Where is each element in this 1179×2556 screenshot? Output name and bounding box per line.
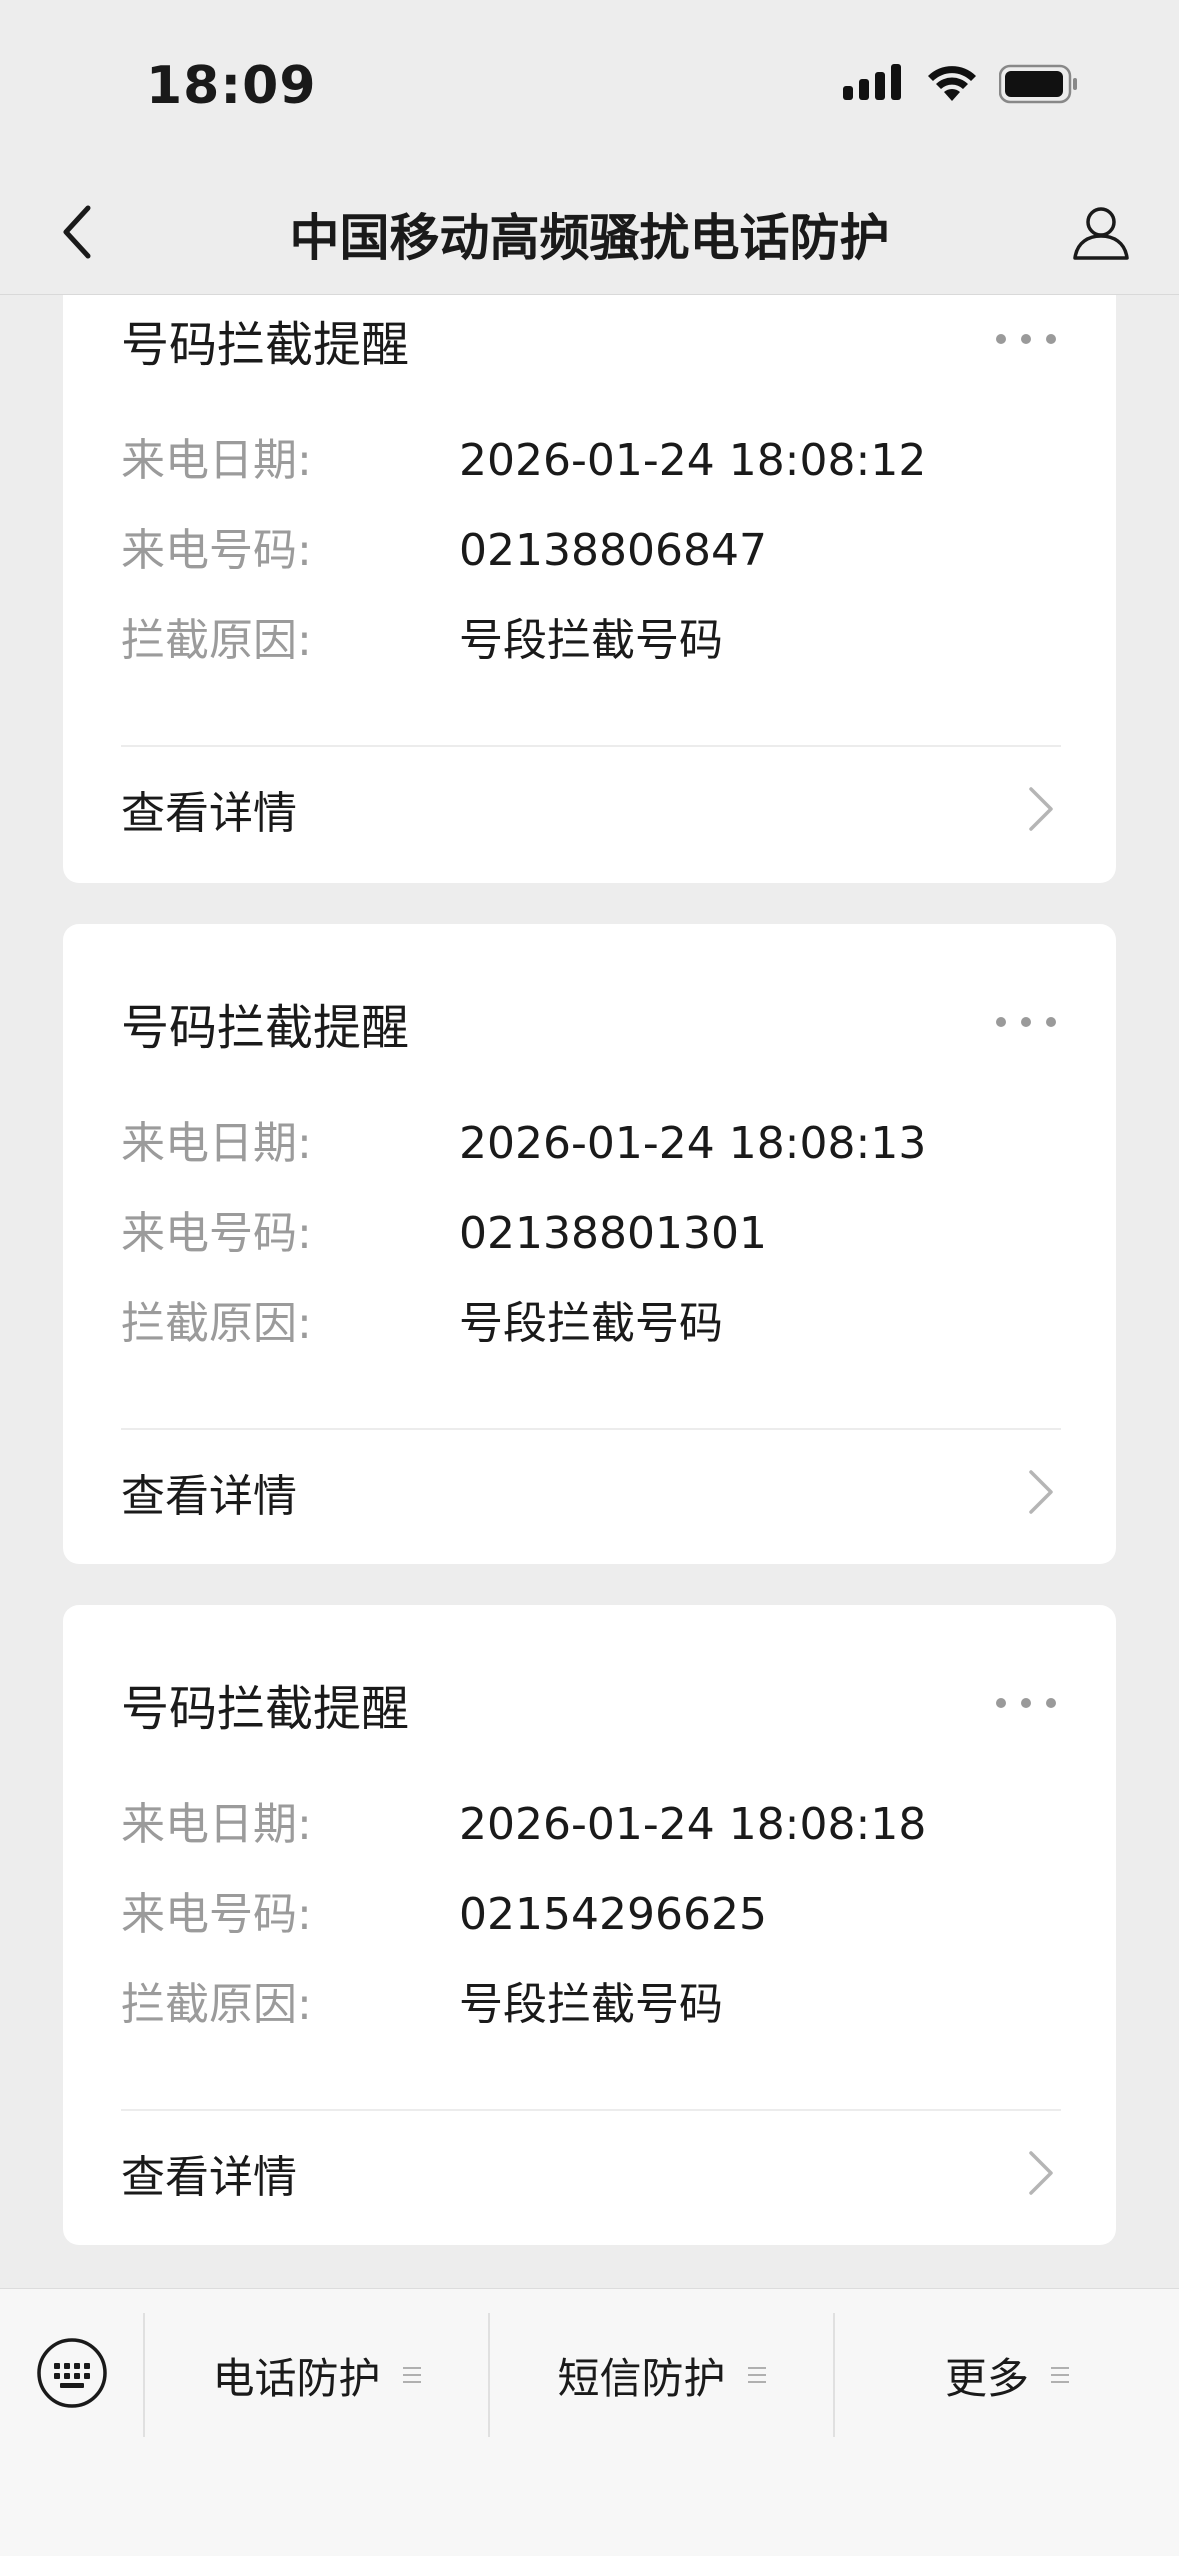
menu-more[interactable]: 更多 <box>835 2313 1179 2437</box>
keyboard-icon <box>37 2338 107 2408</box>
cellular-signal-icon <box>843 64 905 108</box>
nav-bar: 中国移动高频骚扰电话防护 <box>0 172 1179 295</box>
menu-sms-protection[interactable]: 短信防护 <box>490 2313 833 2437</box>
call-date-value: 2026-01-24 18:08:12 <box>459 435 927 486</box>
call-date-label: 来电日期: <box>121 435 312 486</box>
block-reason-value: 号段拦截号码 <box>459 615 723 666</box>
view-details-label: 查看详情 <box>121 788 297 839</box>
divider <box>121 745 1061 747</box>
call-date-row: 来电日期: 2026-01-24 18:08:12 <box>121 431 1061 491</box>
view-details-link[interactable]: 查看详情 <box>121 769 1061 849</box>
intercept-card: 号码拦截提醒 来电日期: 2026-01-24 18:08:13 来电号码: 0… <box>63 924 1116 1564</box>
divider <box>121 1428 1061 1430</box>
message-list[interactable]: 号码拦截提醒 来电日期: 2026-01-24 18:08:12 来电号码: 0… <box>0 295 1179 2288</box>
block-reason-value: 号段拦截号码 <box>459 1979 723 2030</box>
view-details-label: 查看详情 <box>121 2152 297 2203</box>
call-number-value: 02138806847 <box>459 525 767 576</box>
view-details-link[interactable]: 查看详情 <box>121 2133 1061 2213</box>
more-dot <box>1021 1017 1031 1027</box>
call-date-label: 来电日期: <box>121 1118 312 1169</box>
card-title: 号码拦截提醒 <box>121 1000 410 1056</box>
screen: 18:09 中国移动高频骚扰电话防护 号码拦截提醒 来电日期: 2026-01-… <box>0 0 1179 2556</box>
menu-phone-protection[interactable]: 电话防护 <box>145 2313 488 2437</box>
divider <box>121 2109 1061 2111</box>
call-number-label: 来电号码: <box>121 1208 312 1259</box>
battery-icon <box>998 64 1079 108</box>
call-number-row: 来电号码: 02154296625 <box>121 1885 1061 1945</box>
menu-phone-protection-label: 电话防护 <box>212 2353 381 2403</box>
intercept-card: 号码拦截提醒 来电日期: 2026-01-24 18:08:12 来电号码: 0… <box>63 295 1116 883</box>
call-number-value: 02138801301 <box>459 1208 767 1259</box>
more-dot <box>996 1698 1006 1708</box>
call-date-row: 来电日期: 2026-01-24 18:08:13 <box>121 1114 1061 1174</box>
call-number-row: 来电号码: 02138806847 <box>121 521 1061 581</box>
profile-button[interactable] <box>1063 194 1139 270</box>
more-dot <box>1046 1698 1056 1708</box>
more-dot <box>1046 334 1056 344</box>
block-reason-row: 拦截原因: 号段拦截号码 <box>121 1975 1061 2035</box>
block-reason-label: 拦截原因: <box>121 615 312 666</box>
call-number-value: 02154296625 <box>459 1889 767 1940</box>
call-date-value: 2026-01-24 18:08:13 <box>459 1118 927 1169</box>
chevron-right-icon <box>1029 1470 1053 1514</box>
view-details-label: 查看详情 <box>121 1471 297 1522</box>
status-icons <box>843 64 1079 108</box>
submenu-icon <box>402 2367 421 2383</box>
wifi-icon <box>927 65 977 107</box>
block-reason-row: 拦截原因: 号段拦截号码 <box>121 1294 1061 1354</box>
more-dot <box>1046 1017 1056 1027</box>
more-dot <box>1021 334 1031 344</box>
call-number-row: 来电号码: 02138801301 <box>121 1204 1061 1264</box>
more-options-button[interactable] <box>996 1002 1056 1042</box>
bottom-menu-bar: 电话防护 短信防护 更多 <box>0 2288 1179 2556</box>
status-bar: 18:09 <box>0 0 1179 172</box>
more-dot <box>1021 1698 1031 1708</box>
person-icon <box>1073 207 1129 260</box>
page-title: 中国移动高频骚扰电话防护 <box>289 209 890 267</box>
keyboard-toggle-button[interactable] <box>30 2331 114 2415</box>
block-reason-value: 号段拦截号码 <box>459 1298 723 1349</box>
call-date-row: 来电日期: 2026-01-24 18:08:18 <box>121 1795 1061 1855</box>
block-reason-label: 拦截原因: <box>121 1298 312 1349</box>
block-reason-label: 拦截原因: <box>121 1979 312 2030</box>
chevron-right-icon <box>1029 787 1053 831</box>
menu-more-label: 更多 <box>944 2353 1029 2403</box>
more-dot <box>996 1017 1006 1027</box>
more-options-button[interactable] <box>996 1683 1056 1723</box>
more-options-button[interactable] <box>996 319 1056 359</box>
status-time: 18:09 <box>146 56 317 116</box>
chevron-right-icon <box>1029 2151 1053 2195</box>
card-title: 号码拦截提醒 <box>121 1681 410 1737</box>
call-number-label: 来电号码: <box>121 1889 312 1940</box>
block-reason-row: 拦截原因: 号段拦截号码 <box>121 611 1061 671</box>
view-details-link[interactable]: 查看详情 <box>121 1452 1061 1532</box>
menu-sms-protection-label: 短信防护 <box>557 2353 726 2403</box>
intercept-card: 号码拦截提醒 来电日期: 2026-01-24 18:08:18 来电号码: 0… <box>63 1605 1116 2245</box>
call-date-value: 2026-01-24 18:08:18 <box>459 1799 927 1850</box>
submenu-icon <box>747 2367 766 2383</box>
call-date-label: 来电日期: <box>121 1799 312 1850</box>
call-number-label: 来电号码: <box>121 525 312 576</box>
submenu-icon <box>1051 2367 1069 2383</box>
card-title: 号码拦截提醒 <box>121 317 410 373</box>
more-dot <box>996 334 1006 344</box>
